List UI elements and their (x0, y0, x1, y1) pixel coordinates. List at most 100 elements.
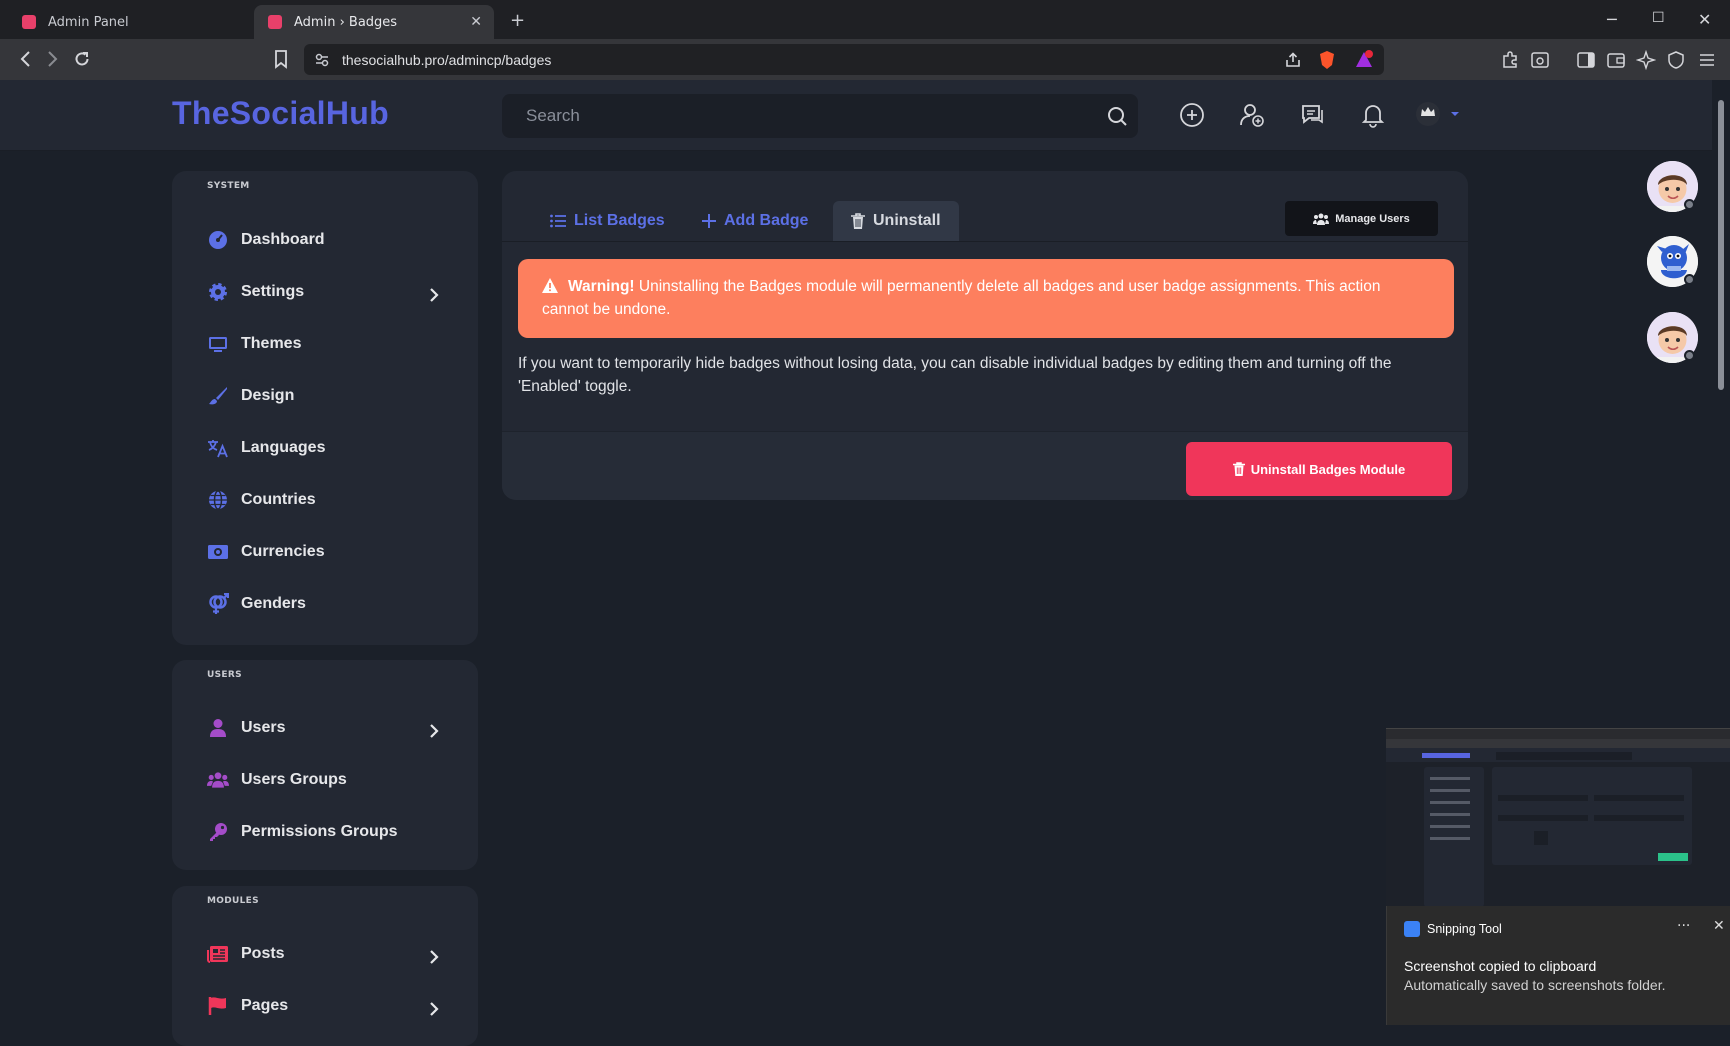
badges-tabs: List Badges Add Badge Uninstall Manage U… (502, 171, 1468, 242)
search-input[interactable] (502, 94, 1062, 138)
messages-icon[interactable] (1300, 102, 1326, 128)
add-post-icon[interactable] (1179, 102, 1205, 128)
minimize-icon[interactable]: ─ (1607, 10, 1617, 29)
notification-subtitle: Automatically saved to screenshots folde… (1404, 977, 1666, 993)
brave-rewards-icon[interactable] (1354, 50, 1374, 70)
sidebar-item-users[interactable]: Users (207, 712, 457, 744)
app-header: TheSocialHub (0, 80, 1712, 151)
tab-label: Uninstall (873, 212, 941, 229)
reload-icon[interactable] (72, 49, 92, 69)
sidebar-item-design[interactable]: Design (207, 380, 457, 412)
section-title: USERS (207, 670, 242, 680)
search-icon[interactable] (1106, 105, 1128, 127)
browser-tab-admin-panel[interactable]: Admin Panel (8, 5, 248, 39)
globe-icon (207, 489, 229, 511)
manage-users-label: Manage Users (1335, 212, 1410, 225)
favicon-icon (22, 15, 36, 29)
sidebar-item-languages[interactable]: Languages (207, 432, 457, 464)
users-icon (207, 769, 229, 791)
sidebar-item-label: Themes (241, 335, 302, 352)
screenshot-preview-thumbnail[interactable] (1386, 728, 1730, 907)
chevron-right-icon (423, 946, 445, 968)
user-menu-avatar[interactable] (1414, 100, 1462, 128)
brave-shields-icon[interactable] (1318, 50, 1336, 70)
menu-icon[interactable] (1697, 50, 1717, 70)
sidebar-item-settings[interactable]: Settings (207, 276, 457, 308)
bookmark-icon[interactable] (272, 49, 290, 69)
uninstall-badges-button[interactable]: Uninstall Badges Module (1186, 442, 1452, 496)
tab-uninstall[interactable]: Uninstall (833, 201, 959, 241)
sidebar-item-countries[interactable]: Countries (207, 484, 457, 516)
tab-search-icon[interactable] (1530, 50, 1550, 70)
sidebar-item-label: Currencies (241, 543, 325, 560)
sidebar-item-label: Permissions Groups (241, 823, 398, 840)
leo-ai-icon[interactable] (1636, 50, 1656, 70)
manage-users-button[interactable]: Manage Users (1285, 201, 1438, 236)
sidebar-users-section: USERS Users Users Groups Permissions Gro… (172, 660, 478, 870)
trash-icon (851, 213, 865, 229)
notification-app-name: Snipping Tool (1427, 922, 1502, 936)
share-icon[interactable] (1284, 51, 1302, 69)
notifications-bell-icon[interactable] (1360, 102, 1386, 128)
brush-icon (207, 385, 229, 407)
chevron-right-icon (423, 284, 445, 306)
close-tab-icon[interactable]: ✕ (470, 14, 482, 30)
snipping-tool-notification[interactable]: Snipping Tool ··· ✕ Screenshot copied to… (1386, 906, 1730, 1025)
language-icon (207, 437, 229, 459)
user-icon (207, 717, 229, 739)
sidebar-item-posts[interactable]: Posts (207, 938, 457, 970)
tab-add-badge[interactable]: Add Badge (702, 201, 808, 241)
sidebar-item-label: Settings (241, 283, 305, 300)
vpn-shield-icon[interactable] (1666, 50, 1686, 70)
section-title: MODULES (207, 896, 259, 906)
info-text: If you want to temporarily hide badges w… (518, 355, 1392, 395)
status-dot (1684, 350, 1695, 361)
sidebar-item-dashboard[interactable]: Dashboard (207, 224, 457, 256)
scrollbar-thumb[interactable] (1718, 100, 1724, 390)
sidebar-item-genders[interactable]: Genders (207, 588, 457, 620)
back-icon[interactable] (16, 49, 36, 69)
users-icon (1313, 213, 1330, 225)
tab-label: List Badges (574, 212, 665, 229)
newspaper-icon (207, 943, 229, 965)
sidebar-item-currencies[interactable]: Currencies (207, 536, 457, 568)
tab-list-badges[interactable]: List Badges (550, 201, 665, 241)
plus-icon (702, 214, 716, 228)
site-info-icon[interactable] (314, 52, 330, 68)
list-icon (550, 214, 566, 228)
snipping-tool-icon (1404, 921, 1420, 937)
address-bar[interactable]: thesocialhub.pro/admincp/badges (304, 44, 1384, 75)
new-tab-icon[interactable]: + (510, 10, 525, 31)
warning-alert: Warning! Uninstalling the Badges module … (518, 259, 1454, 338)
sidebar-item-label: Genders (241, 595, 306, 612)
sidebar-modules-section: MODULES Posts Pages (172, 886, 478, 1046)
site-logo[interactable]: TheSocialHub (172, 95, 389, 132)
sidebar-item-label: Posts (241, 945, 285, 962)
tab-label: Add Badge (724, 212, 809, 229)
sidebar-item-users-groups[interactable]: Users Groups (207, 764, 457, 796)
sidebar-item-label: Users (241, 719, 286, 736)
forward-icon[interactable] (42, 49, 62, 69)
friend-requests-icon[interactable] (1239, 102, 1265, 128)
sidebar-item-label: Design (241, 387, 295, 404)
sidebar-toggle-icon[interactable] (1576, 50, 1596, 70)
sidebar-item-pages[interactable]: Pages (207, 990, 457, 1022)
more-options-icon[interactable]: ··· (1677, 918, 1690, 934)
sidebar-item-label: Countries (241, 491, 316, 508)
extensions-icon[interactable] (1500, 50, 1520, 70)
uninstall-button-label: Uninstall Badges Module (1250, 461, 1406, 477)
wallet-icon[interactable] (1606, 50, 1626, 70)
window-close-icon[interactable]: ✕ (1698, 10, 1711, 29)
tab-title: Admin › Badges (294, 14, 398, 30)
favicon-icon (268, 15, 282, 29)
sidebar-item-themes[interactable]: Themes (207, 328, 457, 360)
close-notification-icon[interactable]: ✕ (1713, 918, 1725, 934)
browser-tab-badges[interactable]: Admin › Badges ✕ (254, 5, 494, 39)
sidebar-item-label: Languages (241, 439, 326, 456)
sidebar-item-label: Dashboard (241, 231, 325, 248)
sidebar-item-permissions-groups[interactable]: Permissions Groups (207, 816, 457, 848)
key-icon (207, 821, 229, 843)
money-icon (207, 541, 229, 563)
maximize-icon[interactable]: ☐ (1652, 10, 1665, 26)
gender-icon (207, 593, 229, 615)
